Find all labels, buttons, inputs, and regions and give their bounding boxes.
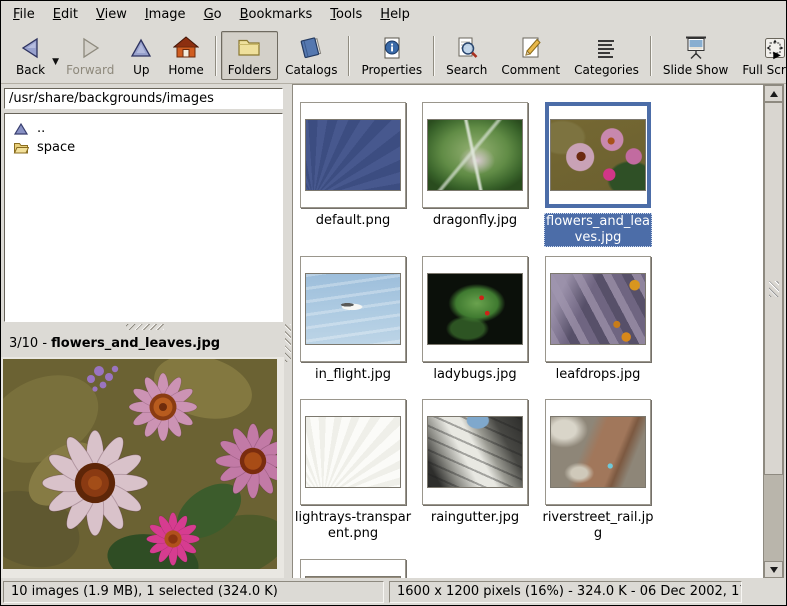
status-image-details: 1600 x 1200 pixels (16%) - 324.0 K - 06 … bbox=[389, 581, 742, 603]
thumbnail-image bbox=[427, 416, 523, 488]
path-input[interactable] bbox=[4, 88, 283, 109]
up-button[interactable]: Up bbox=[121, 31, 161, 80]
folders-icon bbox=[236, 35, 262, 61]
toolbar-separator bbox=[215, 36, 217, 76]
scroll-down-button[interactable] bbox=[764, 561, 783, 578]
forward-arrow-icon bbox=[77, 35, 103, 61]
thumbnail-card[interactable] bbox=[545, 399, 651, 505]
catalogs-button[interactable]: Catalogs bbox=[278, 31, 344, 80]
thumbnail-label[interactable]: lightrays-transparent.png bbox=[294, 510, 412, 542]
up-arrow-icon bbox=[128, 35, 154, 61]
back-button[interactable]: Back bbox=[9, 31, 52, 80]
selection-info: 3/10 - flowers_and_leaves.jpg bbox=[1, 331, 289, 357]
categories-list-icon bbox=[593, 35, 619, 61]
thumbnail-card-selected[interactable] bbox=[545, 102, 651, 208]
thumbnail-image bbox=[427, 119, 523, 191]
scroll-up-button[interactable] bbox=[764, 85, 783, 102]
gthumb-window: File Edit View Image Go Bookmarks Tools … bbox=[0, 0, 787, 606]
thumbnail-card[interactable] bbox=[545, 256, 651, 362]
thumbnail-image bbox=[550, 119, 646, 191]
toolbar: Back ▼ Forward Up Home Folders Catalogs bbox=[1, 28, 786, 84]
thumbnail-label[interactable]: raingutter.jpg bbox=[416, 510, 534, 526]
thumbnail-card[interactable] bbox=[422, 399, 528, 505]
menu-tools[interactable]: Tools bbox=[321, 3, 371, 26]
back-arrow-icon bbox=[18, 35, 44, 61]
home-button[interactable]: Home bbox=[161, 31, 210, 80]
thumbnail-label[interactable]: leafdrops.jpg bbox=[539, 367, 657, 383]
thumbnail-label[interactable]: dragonfly.jpg bbox=[416, 213, 534, 229]
status-images-summary: 10 images (1.9 MB), 1 selected (324.0 K) bbox=[3, 581, 384, 603]
folder-item-parent[interactable]: .. bbox=[5, 119, 282, 138]
thumbnail-card[interactable] bbox=[300, 399, 406, 505]
properties-button[interactable]: Properties bbox=[354, 31, 429, 80]
thumbnail-image bbox=[550, 416, 646, 488]
menu-image[interactable]: Image bbox=[136, 3, 195, 26]
thumbnail-grid[interactable]: default.png dragonfly.jpg flowers_and_le… bbox=[293, 85, 763, 578]
slide-show-icon bbox=[683, 35, 709, 61]
thumbnail-image bbox=[305, 416, 401, 488]
search-button[interactable]: Search bbox=[439, 31, 494, 80]
comment-icon bbox=[518, 35, 544, 61]
splitter-grip bbox=[285, 324, 291, 362]
thumbnail-card[interactable] bbox=[422, 256, 528, 362]
categories-button[interactable]: Categories bbox=[567, 31, 646, 80]
home-icon bbox=[173, 35, 199, 61]
thumbnail-label-selected[interactable]: flowers_and_leaves.jpg bbox=[544, 213, 652, 247]
thumbnail-card[interactable] bbox=[300, 256, 406, 362]
properties-info-icon bbox=[379, 35, 405, 61]
toolbar-separator bbox=[433, 36, 435, 76]
toolbar-separator bbox=[348, 36, 350, 76]
menu-file[interactable]: File bbox=[4, 3, 44, 26]
arrow-up-icon bbox=[770, 91, 778, 97]
splitter-grip bbox=[126, 324, 164, 330]
vertical-splitter[interactable] bbox=[284, 84, 292, 579]
thumbnail-label[interactable]: in_flight.jpg bbox=[294, 367, 412, 383]
scrollbar-trough[interactable] bbox=[764, 475, 783, 561]
menu-bookmarks[interactable]: Bookmarks bbox=[231, 3, 322, 26]
horizontal-splitter[interactable] bbox=[1, 322, 289, 331]
thumbnail-image bbox=[550, 273, 646, 345]
image-browser: default.png dragonfly.jpg flowers_and_le… bbox=[292, 84, 784, 579]
back-history-dropdown[interactable]: ▼ bbox=[52, 44, 59, 67]
folder-item-space[interactable]: space bbox=[5, 138, 282, 157]
preview-pane bbox=[1, 357, 289, 579]
catalogs-book-icon bbox=[298, 35, 324, 61]
menu-go[interactable]: Go bbox=[195, 3, 231, 26]
toolbar-overflow-arrow[interactable]: ▶ bbox=[773, 50, 781, 61]
vertical-scrollbar[interactable] bbox=[763, 85, 783, 578]
thumbnail-label[interactable]: ladybugs.jpg bbox=[416, 367, 534, 383]
thumbnail-image bbox=[305, 119, 401, 191]
statusbar: 10 images (1.9 MB), 1 selected (324.0 K)… bbox=[1, 578, 786, 605]
thumbnail-card[interactable] bbox=[300, 559, 406, 578]
menubar: File Edit View Image Go Bookmarks Tools … bbox=[1, 1, 786, 28]
search-icon bbox=[454, 35, 480, 61]
preview-image bbox=[3, 359, 277, 569]
sidebar: .. space 3/10 - flowers_and_leaves.jpg bbox=[1, 84, 289, 579]
folder-icon bbox=[13, 141, 29, 155]
toolbar-separator bbox=[650, 36, 652, 76]
thumbnail-card[interactable] bbox=[422, 102, 528, 208]
up-directory-icon bbox=[13, 122, 29, 136]
chevron-down-icon: ▼ bbox=[52, 57, 59, 67]
slide-show-button[interactable]: Slide Show bbox=[656, 31, 735, 80]
menu-help[interactable]: Help bbox=[371, 3, 419, 26]
selected-filename: flowers_and_leaves.jpg bbox=[51, 336, 220, 351]
arrow-down-icon bbox=[770, 567, 778, 573]
forward-button[interactable]: Forward bbox=[59, 31, 121, 80]
thumbnail-card[interactable] bbox=[300, 102, 406, 208]
folder-list[interactable]: .. space bbox=[4, 113, 283, 322]
folders-button[interactable]: Folders bbox=[221, 31, 278, 80]
thumbnail-label[interactable]: default.png bbox=[294, 213, 412, 229]
menu-view[interactable]: View bbox=[87, 3, 136, 26]
scrollbar-thumb[interactable] bbox=[764, 102, 783, 475]
thumbnail-image bbox=[427, 273, 523, 345]
comment-button[interactable]: Comment bbox=[494, 31, 567, 80]
menu-edit[interactable]: Edit bbox=[44, 3, 87, 26]
thumbnail-image bbox=[305, 273, 401, 345]
thumbnail-label[interactable]: riverstreet_rail.jpg bbox=[539, 510, 657, 542]
scrollbar-grip bbox=[769, 281, 779, 297]
